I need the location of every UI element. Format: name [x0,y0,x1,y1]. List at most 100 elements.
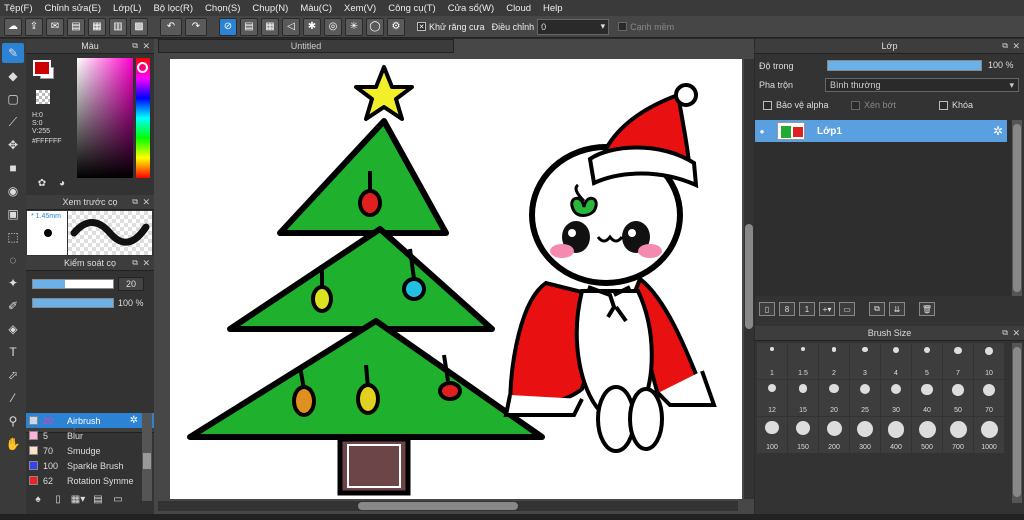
menu-capture[interactable]: Chụp(N) [252,3,288,14]
layer-icon[interactable]: ▦ [88,17,106,36]
dock-icon[interactable]: ⧉ [1002,328,1008,338]
visibility-icon[interactable]: ● [755,127,769,136]
protect-alpha-checkbox[interactable] [763,100,772,110]
brush-copy-icon[interactable]: ▤ [90,492,106,506]
grid-icon[interactable]: ▩ [130,17,148,36]
brush-item[interactable]: 100 Sparkle Brush [26,458,154,473]
menu-color[interactable]: Màu(C) [300,3,332,14]
eraser-icon[interactable]: ◆ [2,66,24,86]
menu-file[interactable]: Tệp(F) [4,3,33,14]
duplicate-layer-icon[interactable]: ⧉ [869,302,885,316]
scrollbar-thumb[interactable] [143,453,151,469]
menu-select[interactable]: Chọn(S) [205,3,240,14]
menu-cloud[interactable]: Cloud [506,3,531,14]
perspective-snap-icon[interactable]: ◁ [282,17,300,36]
layer-row[interactable]: ● Lớp1 ✲ [755,120,1007,142]
brush-size-cell[interactable]: 1 [757,343,787,379]
close-icon[interactable]: ✕ [1012,328,1020,339]
layer-list-scrollbar[interactable] [1012,120,1022,296]
grid-snap-icon[interactable]: ▦ [261,17,279,36]
dock-icon[interactable]: ⧉ [132,197,138,207]
menu-edit[interactable]: Chỉnh sửa(E) [45,3,102,14]
lasso-icon[interactable]: ◌ [2,250,24,270]
circle-snap-icon[interactable]: ◯ [366,17,384,36]
eyedropper-icon[interactable]: ⚲ [2,411,24,431]
film-icon[interactable]: ▥ [109,17,127,36]
hue-slider[interactable] [136,58,150,178]
new-8bit-layer-icon[interactable]: 8 [779,302,795,316]
blend-mode-select[interactable]: Bình thường ▾ [825,78,1019,92]
brush-size-scrollbar[interactable] [1012,343,1022,503]
dock-icon[interactable]: ⧉ [132,258,138,268]
hand-icon[interactable]: ✋ [2,434,24,454]
menu-window[interactable]: Cửa sổ(W) [448,3,494,14]
menu-filter[interactable]: Bộ lọc(R) [153,3,193,14]
brush-size-cell[interactable]: 400 [881,417,911,453]
scrollbar-thumb[interactable] [1013,124,1021,292]
menu-help[interactable]: Help [543,3,563,14]
gear-icon[interactable]: ✲ [993,124,1003,138]
close-icon[interactable]: ✕ [142,41,150,52]
magic-wand-icon[interactable]: ✦ [2,273,24,293]
brush-size-value[interactable]: 20 [118,277,144,291]
brush-item[interactable]: 70 Smudge [26,443,154,458]
antialias-checkbox[interactable]: ✕ [417,22,426,31]
brush-icon[interactable]: ✎ [2,43,24,63]
concentric-snap-icon[interactable]: ◎ [324,17,342,36]
snap-settings-icon[interactable]: ⚙ [387,17,405,36]
brush-size-cell[interactable]: 1000 [974,417,1004,453]
rect-fill-icon[interactable]: ■ [2,158,24,178]
delete-layer-icon[interactable]: 🗑 [919,302,935,316]
new-brush-icon[interactable]: ▯ [50,492,66,506]
brush-size-cell[interactable]: 500 [912,417,942,453]
palette-icon[interactable]: ◕ [54,176,70,190]
new-layer-icon[interactable]: ▯ [759,302,775,316]
transparent-swatch[interactable] [36,90,50,104]
divide-icon[interactable]: ⁄ [2,388,24,408]
brush-size-cell[interactable]: 5 [912,343,942,379]
close-icon[interactable]: ✕ [1012,41,1020,52]
brush-size-cell[interactable]: 100 [757,417,787,453]
hue-handle[interactable] [137,62,148,73]
brush-folder-icon[interactable]: ▭ [110,492,126,506]
scrollbar-thumb[interactable] [1013,347,1021,497]
select-rect-icon[interactable]: ▢ [2,89,24,109]
fill-icon[interactable]: ◉ [2,181,24,201]
move-icon[interactable]: ✥ [2,135,24,155]
radial-snap-icon[interactable]: ✱ [303,17,321,36]
brush-list-scrollbar[interactable] [142,413,152,501]
folder-icon[interactable]: ▭ [839,302,855,316]
brush-size-cell[interactable]: 40 [912,380,942,416]
gear-icon[interactable]: ✲ [130,415,138,426]
brush-size-cell[interactable]: 20 [819,380,849,416]
close-icon[interactable]: ✕ [142,197,150,208]
text-icon[interactable]: T [2,342,24,362]
line-icon[interactable]: ⟋ [2,112,24,132]
menu-tools[interactable]: Công cụ(T) [388,3,436,14]
add-layer-menu-icon[interactable]: +▾ [819,302,835,316]
brush-size-cell[interactable]: 15 [788,380,818,416]
layer-opacity-slider[interactable] [827,60,982,71]
menu-view[interactable]: Xem(V) [344,3,376,14]
merge-layer-icon[interactable]: ⇊ [889,302,905,316]
cloud-icon[interactable]: ☁ [4,17,22,36]
scrollbar-thumb[interactable] [358,502,518,510]
clipping-checkbox[interactable] [851,100,860,110]
brush-size-cell[interactable]: 200 [819,417,849,453]
saturation-value-picker[interactable] [77,58,133,178]
undo-icon[interactable]: ↶ [160,17,182,36]
gradient-icon[interactable]: ▣ [2,204,24,224]
brush-size-cell[interactable]: 1.5 [788,343,818,379]
close-icon[interactable]: ✕ [142,258,150,269]
smooth-edge-checkbox[interactable] [618,22,628,31]
redo-icon[interactable]: ↷ [185,17,207,36]
lock-checkbox[interactable] [939,100,948,110]
brush-size-slider[interactable] [32,279,114,289]
brush-size-cell[interactable]: 150 [788,417,818,453]
share-icon[interactable]: ⇪ [25,17,43,36]
select-pen-icon[interactable]: ✐ [2,296,24,316]
scrollbar-thumb[interactable] [745,224,753,329]
brush-size-cell[interactable]: 70 [974,380,1004,416]
menu-layer[interactable]: Lớp(L) [113,3,141,14]
drawing-canvas[interactable] [170,59,742,499]
